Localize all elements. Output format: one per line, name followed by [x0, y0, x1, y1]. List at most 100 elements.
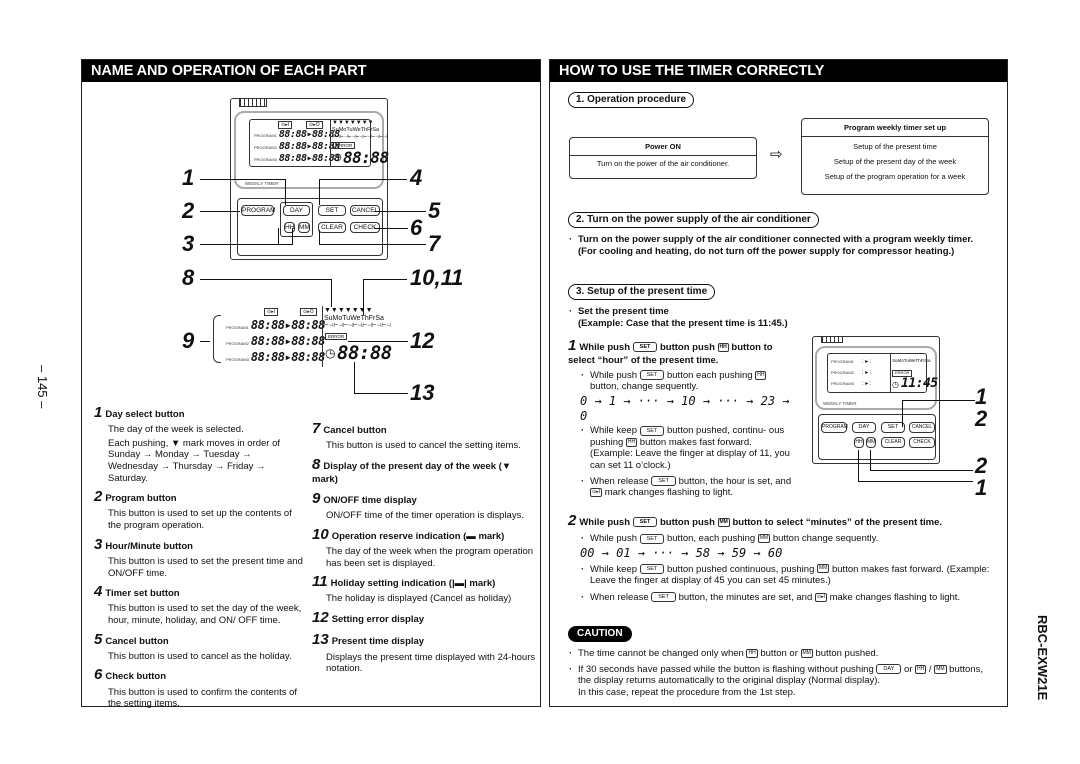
step-number: 2 [568, 512, 577, 529]
mm-button[interactable]: MM [298, 222, 310, 233]
hh-button[interactable]: HH [284, 222, 295, 233]
program-row: PROGRAM2 88:88▸88:88 [254, 141, 340, 153]
text: button push [660, 517, 715, 528]
callout-1: 1 [182, 165, 195, 190]
mm-button[interactable]: MM [866, 437, 876, 448]
text: When release [590, 591, 649, 603]
part-item: 11 Holiday setting indication (|▬| mark) T… [312, 573, 537, 605]
lcd-display: PROGRAM1: ▸ : PROGRAM2: ▸ : PROGRAM3: ▸ … [827, 353, 938, 393]
part-number: 13 [312, 631, 329, 649]
mm-key-icon: MM [817, 564, 830, 574]
clear-button[interactable]: CLEAR [318, 222, 346, 233]
set-button[interactable]: SET [318, 205, 346, 216]
part-number: 12 [312, 608, 329, 626]
check-button[interactable]: CHECK [909, 437, 935, 448]
callout-3: 3 [182, 231, 195, 256]
day-button[interactable]: DAY [852, 422, 876, 433]
text: button, each pushing [666, 533, 756, 545]
part-description: ON/OFF time of the timer operation is di… [326, 510, 524, 522]
text: make changes flashing to light. [829, 591, 961, 603]
clock-icon: ◷ [325, 346, 336, 360]
program-row: PROGRAM3 88:88▸88:88 [226, 350, 325, 365]
section-3-heading: 3. Setup of the present time [568, 284, 716, 301]
part-description: This button is used to cancel as the hol… [108, 650, 292, 662]
part-title: 8 Display of the present day of the week … [312, 456, 537, 486]
program-row: PROGRAM3 88:88▸88:88 [254, 153, 340, 165]
text: button push [660, 342, 715, 353]
part-title-text: Operation reserve indication (▬ mark) [331, 530, 505, 542]
day-button[interactable]: DAY [283, 205, 310, 216]
vent-grille [239, 98, 267, 107]
present-time: 88:88 [343, 148, 389, 167]
hh-key-icon: HH [915, 664, 927, 674]
clock-icon: ◷ [892, 380, 899, 389]
part-description: The day of the week when the program ope… [326, 545, 534, 569]
vent-grille [821, 336, 843, 343]
part-title-text: Check button [105, 671, 167, 683]
model-number: RBC-EXW21E [1035, 615, 1050, 701]
section-2-text: Turn on the power supply of the air cond… [568, 234, 988, 257]
caution-badge: CAUTION [568, 626, 632, 643]
part-item: 5 Cancel button This button is used to can… [94, 631, 304, 663]
lcd-display: ⊙▸I ⊙▸O PROGRAM1 88:88▸88:88 PROGRAM2 88:8… [249, 119, 389, 167]
program-time: 88:88▸88:88 [250, 334, 325, 348]
hh-key-icon: HH [755, 370, 767, 380]
text: button each pushing [666, 369, 753, 381]
part-number: 7 [312, 420, 321, 437]
program-time: 88:88▸88:88 [250, 350, 325, 364]
set-key-icon: SET [639, 533, 665, 544]
part-number: 5 [94, 630, 103, 648]
program-label: PROGRAM2 [226, 341, 249, 346]
text: button, change sequently. [590, 381, 699, 393]
program-label: PROGRAM1 [831, 359, 854, 364]
part-item: 10 Operation reserve indication (▬ mark) T… [312, 526, 537, 569]
program-label: PROGRAM3 [226, 357, 249, 362]
setup-title: Program weekly timer set up [802, 119, 988, 138]
part-description: Displays the present time displayed with… [326, 651, 536, 675]
text: In this case, repeat the procedure from … [578, 686, 796, 698]
program-button[interactable]: PROGRAM [821, 422, 848, 433]
part-title: 6 Check button [94, 666, 304, 684]
present-time: 88:88 [337, 342, 392, 364]
part-description: This button is used to set up the conten… [108, 508, 292, 532]
part-description: This button is used to set the day of th… [108, 603, 302, 626]
callout-2: 2 [182, 198, 195, 223]
cancel-button[interactable]: CANCEL [909, 422, 935, 433]
weekly-timer-label: WEEKLY TIMER [245, 181, 279, 186]
part-item: 13 Present time display Displays the prese… [312, 631, 537, 674]
set-key-icon: SET [639, 425, 665, 436]
text: button pushed continuous, pushing [666, 563, 815, 575]
text: The time cannot be changed only when [578, 648, 744, 659]
part-description: Each pushing, ▼ mark moves in order of S… [108, 437, 281, 484]
minute-sequence: 00 → 01 → ··· → 58 → 59 → 60 [580, 545, 783, 560]
part-number: 9 [312, 489, 321, 507]
present-time: 11:45 [901, 376, 938, 391]
step-1: 1 While push SET button push HH button to… [568, 337, 793, 499]
text: / [928, 663, 932, 675]
program-button[interactable]: PROGRAM [241, 205, 276, 216]
off-mark: ⊙▸O [306, 121, 323, 130]
step-2: 2 While push SET button push MM button to… [568, 512, 998, 603]
part-item: 6 Check button This button is used to conf… [94, 666, 304, 709]
error-indicator: ERROR [325, 333, 348, 341]
hh-button[interactable]: HH [854, 437, 864, 448]
text: mark changes flashing to light. [604, 487, 734, 499]
program-label: PROGRAM2 [831, 370, 854, 375]
program-label: PROGRAM3 [254, 157, 277, 162]
text: button to select “minutes” of the presen… [732, 517, 943, 528]
power-on-title: Power ON [570, 138, 756, 157]
setup-line: Setup of the program operation for a wee… [824, 172, 966, 182]
set-key-icon: SET [651, 592, 676, 603]
on-mark-icon: ⊙▸I [814, 592, 827, 602]
caution-list: The time cannot be changed only when HH … [568, 648, 998, 698]
clear-button[interactable]: CLEAR [881, 437, 905, 448]
power-on-box: Power ON Turn on the power of the air co… [569, 137, 757, 179]
text: When release [590, 475, 649, 487]
text: While push [579, 342, 631, 353]
text: While push [590, 533, 637, 545]
program-row: PROGRAM1 88:88▸88:88 [254, 129, 340, 141]
parts-list-column-1: 1 Day select button The day of the week is… [94, 400, 304, 712]
on-mark: ⊙▸I [278, 121, 293, 130]
step-number: 1 [568, 337, 577, 354]
part-description: This button is used to set the present t… [108, 555, 303, 579]
